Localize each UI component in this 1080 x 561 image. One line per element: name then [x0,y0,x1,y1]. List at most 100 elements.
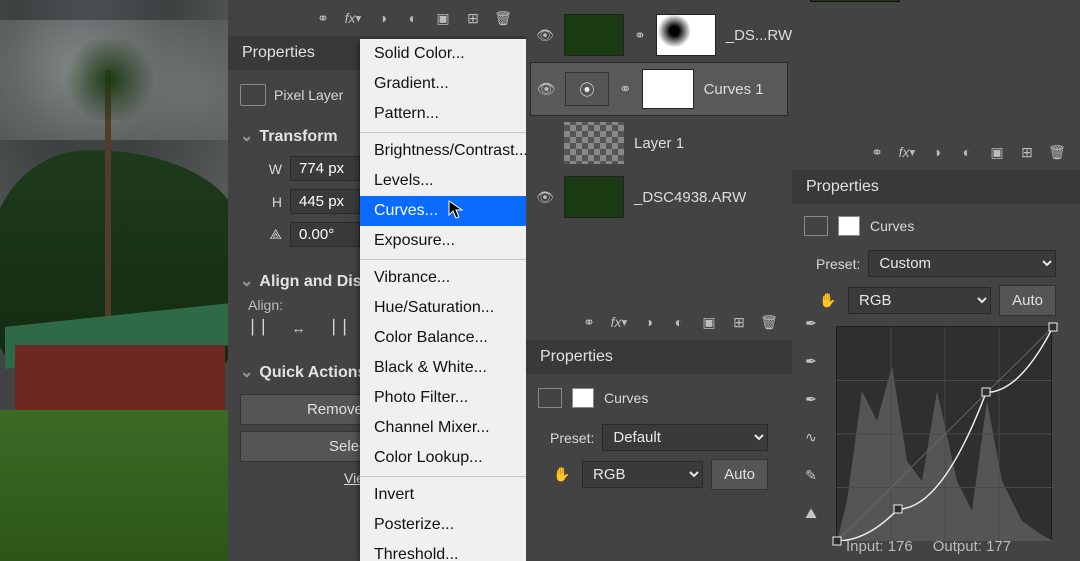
output-value: 177 [986,538,1011,555]
layer-mask-thumb[interactable] [642,69,694,109]
mask-thumb-icon[interactable] [572,388,594,408]
curves-label: Curves [604,390,648,406]
align-left-icon[interactable]: ▏▏ [252,319,274,336]
curves-io-readout: Input: 176 Output: 177 [846,538,1066,555]
trash-icon[interactable]: 🗑 [760,313,778,331]
curve-control-point[interactable] [1049,323,1058,332]
layer-type-label: Pixel Layer [274,87,343,103]
adjustment-menu-item[interactable]: Channel Mixer... [360,413,526,443]
adjustment-menu-item[interactable]: Color Lookup... [360,443,526,473]
preset-select[interactable]: Default [602,424,768,451]
chevron-down-icon[interactable]: ⌄ [240,273,253,290]
fx-icon[interactable]: fx▾ [610,313,628,331]
adjustment-menu-item[interactable]: Threshold... [360,540,526,561]
layer-row[interactable]: 👁⚭_DS...RW [530,8,788,62]
preset-select[interactable]: Custom [868,250,1056,277]
edit-points-icon[interactable]: ∿ [800,426,822,448]
image-canvas[interactable] [0,0,228,561]
properties-tab[interactable]: Properties [792,170,1080,204]
new-layer-icon[interactable]: ⊞ [1018,143,1036,161]
adjustment-menu-item[interactable]: Black & White... [360,353,526,383]
curve-control-point[interactable] [893,505,902,514]
adjustment-menu-item[interactable]: Vibrance... [360,263,526,293]
auto-button[interactable]: Auto [711,459,768,490]
align-right-icon[interactable]: ▕▕ [324,319,346,336]
properties-tab[interactable]: Properties [526,340,792,374]
curves-label: Curves [870,218,914,234]
trash-icon[interactable]: 🗑 [494,9,512,27]
new-layer-icon[interactable]: ⊞ [464,9,482,27]
mask-icon[interactable]: ◑ [640,313,658,331]
curve-control-point[interactable] [982,388,991,397]
adjustment-menu-item[interactable]: Hue/Saturation... [360,293,526,323]
width-label: W [262,161,282,177]
preset-label: Preset: [816,256,860,272]
fx-icon[interactable]: fx▾ [344,9,362,27]
hand-target-icon[interactable]: ✋ [550,466,574,483]
link-mask-icon[interactable]: ⚭ [634,27,646,44]
layer-type-icon [240,84,266,106]
link-icon[interactable]: ⚭ [314,9,332,27]
layer-name[interactable]: Curves 1 [704,81,764,98]
chevron-down-icon[interactable]: ⌄ [240,128,253,145]
layer-thumb [564,14,624,56]
draw-curve-icon[interactable]: ✎ [800,464,822,486]
layer-bottom-toolbar: ⚭ fx▾ ◑ ◐ ▣ ⊞ 🗑 [228,0,526,36]
adjustment-layer-icon[interactable]: ◐ [670,313,688,331]
visibility-eye-icon[interactable]: 👁 [536,189,554,206]
layer-name[interactable]: _DS...RW [726,27,792,44]
visibility-eye-icon[interactable]: 👁 [536,27,554,44]
trash-icon[interactable]: 🗑 [1048,143,1066,161]
chevron-down-icon[interactable]: ⌄ [240,364,253,381]
height-input[interactable]: 445 px [290,189,360,214]
rotation-input[interactable]: 0.00° [290,222,360,247]
folder-icon[interactable]: ▣ [434,9,452,27]
folder-icon[interactable]: ▣ [988,143,1006,161]
visibility-eye-icon[interactable]: 👁 [537,80,555,98]
adjustment-menu-item[interactable]: Exposure... [360,226,526,256]
adjustment-menu-item[interactable]: Photo Filter... [360,383,526,413]
channel-select[interactable]: RGB [582,461,703,488]
adjustment-menu-item[interactable]: Gradient... [360,69,526,99]
auto-button[interactable]: Auto [999,285,1056,316]
adjustment-menu-item[interactable]: Pattern... [360,99,526,129]
layer-row[interactable]: Layer 1 [530,116,788,170]
new-layer-icon[interactable]: ⊞ [730,313,748,331]
adjustment-menu-item[interactable]: Color Balance... [360,323,526,353]
eyedropper-white-icon[interactable]: ✒ [800,388,822,410]
layer-row[interactable]: 👁⦿⚭Curves 1 [530,62,788,116]
fx-icon[interactable]: fx▾ [898,143,916,161]
layer-row[interactable]: 👁 _DSC4938.ARW [530,170,788,224]
folder-icon[interactable]: ▣ [700,313,718,331]
link-icon[interactable]: ⚭ [868,143,886,161]
curves-graph[interactable] [836,326,1052,540]
layer-name[interactable]: Layer 1 [634,135,684,152]
hand-target-icon[interactable]: ✋ [816,292,840,309]
channel-select[interactable]: RGB [848,287,991,314]
width-input[interactable]: 774 px [290,156,360,181]
layer-name[interactable]: _DSC4938.ARW [634,189,746,206]
adjustment-menu-item[interactable]: Curves... [360,196,526,226]
new-adjustment-layer-menu: Solid Color...Gradient...Pattern... Brigh… [360,39,526,561]
link-mask-icon[interactable]: ⚭ [619,80,632,98]
layer-mask-thumb[interactable] [656,14,716,56]
adjustment-menu-item[interactable]: Levels... [360,166,526,196]
adjustment-layer-icon[interactable]: ◐ [958,143,976,161]
smooth-icon[interactable]: ⛰ [800,502,822,524]
adjustment-menu-item[interactable]: Brightness/Contrast... [360,136,526,166]
eyedropper-black-icon[interactable]: ✒ [800,312,822,334]
mask-icon[interactable]: ◑ [374,9,392,27]
align-center-icon[interactable]: ↔ [292,320,306,336]
adjustment-menu-item[interactable]: Solid Color... [360,39,526,69]
layers-sliver [792,0,1080,134]
link-icon[interactable]: ⚭ [580,313,598,331]
adjustment-menu-item[interactable]: Invert [360,480,526,510]
adjustment-layer-icon[interactable]: ◐ [404,9,422,27]
eyedropper-grey-icon[interactable]: ✒ [800,350,822,372]
mask-icon[interactable]: ◑ [928,143,946,161]
input-value: 176 [888,538,913,555]
layer-bottom-toolbar-3: ⚭ fx▾ ◑ ◐ ▣ ⊞ 🗑 [792,134,1080,170]
curve-control-point[interactable] [833,537,842,546]
mask-thumb-icon[interactable] [838,216,860,236]
adjustment-menu-item[interactable]: Posterize... [360,510,526,540]
